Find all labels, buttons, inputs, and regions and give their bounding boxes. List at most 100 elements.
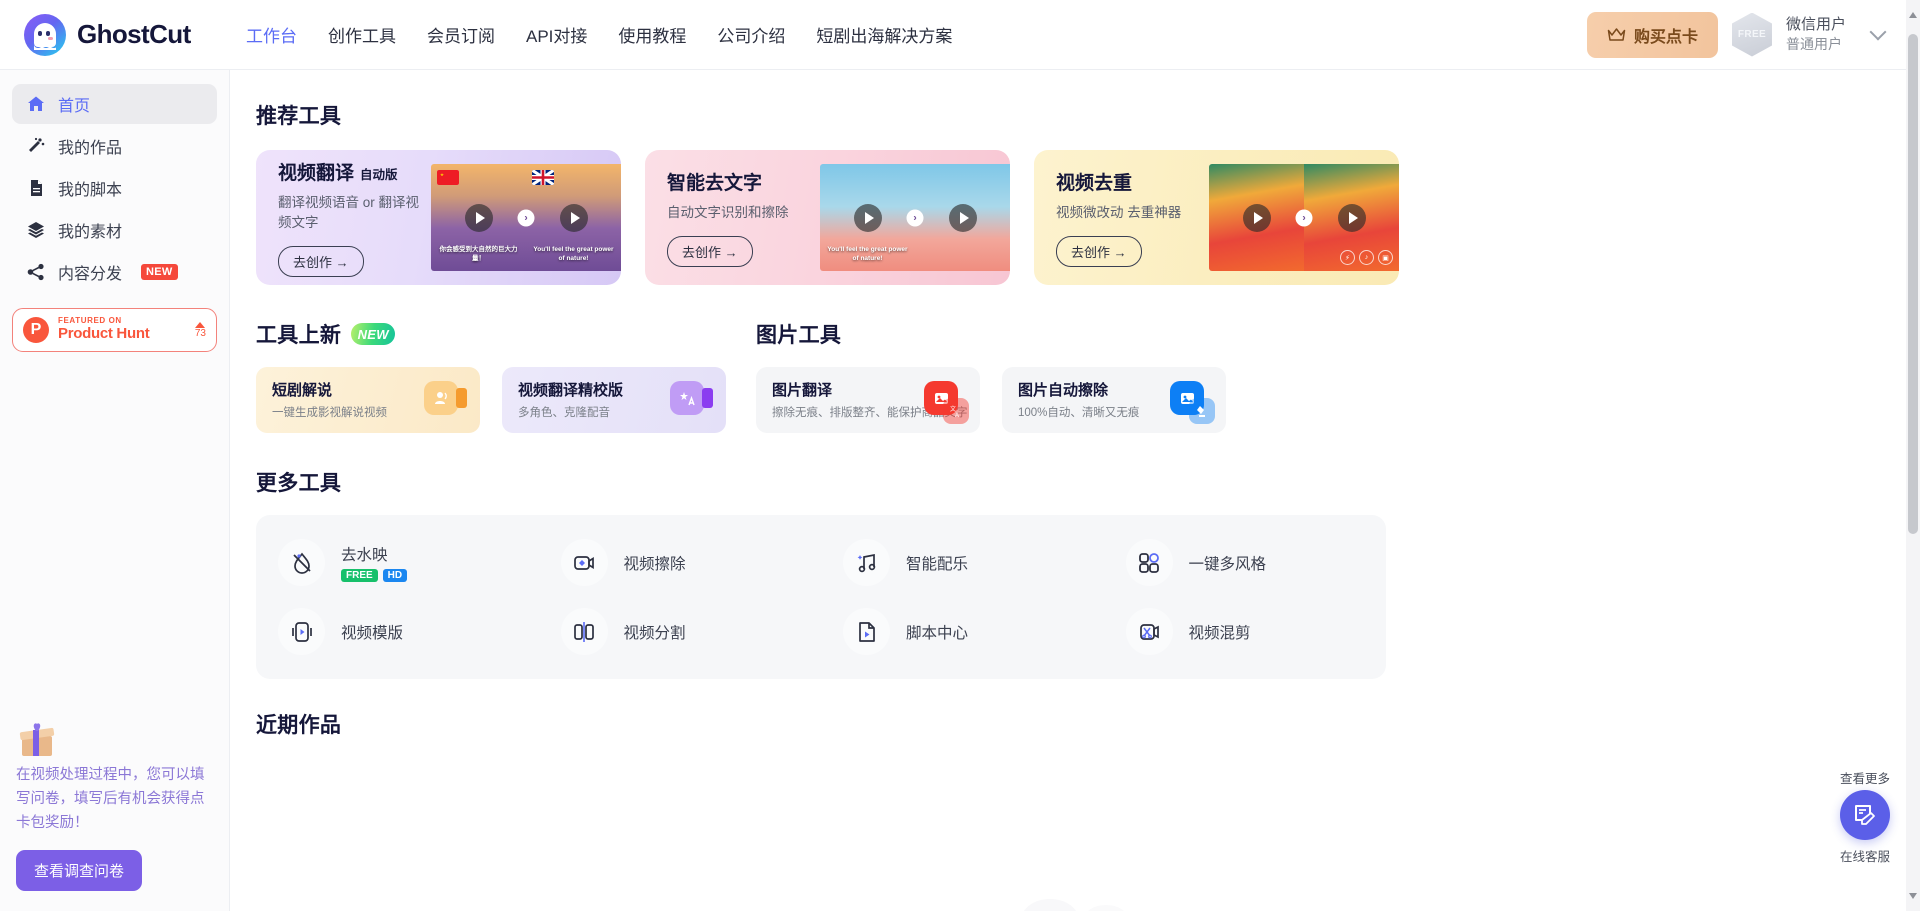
- scrollbar-thumb[interactable]: [1908, 34, 1918, 534]
- card-desc: 视频微改动 去重神器: [1056, 205, 1182, 221]
- scroll-up-icon[interactable]: [1909, 12, 1917, 18]
- create-button[interactable]: 去创作 →: [667, 235, 753, 267]
- tool-item-multi-style[interactable]: 一键多风格: [1104, 539, 1387, 586]
- user-role: 普通用户: [1785, 36, 1842, 53]
- play-icon: [853, 203, 882, 232]
- tool-item-video-template[interactable]: 视频模版: [256, 608, 539, 655]
- tool-card-drama-commentary[interactable]: 短剧解说 一键生成影视解说视频: [256, 367, 480, 433]
- nav-item-drama-solution[interactable]: 短剧出海解决方案: [816, 18, 952, 51]
- sidebar-item-my-assets[interactable]: 我的素材: [12, 210, 217, 250]
- card-thumbnail: ⚡ ♪ ▣ ›: [1209, 150, 1399, 285]
- card-desc: 自动文字识别和擦除: [667, 205, 789, 221]
- gift-icon: [16, 718, 60, 760]
- secondary-sections: 工具上新 NEW 短剧解说 一键生成影视解说视频 视频翻译精校版 多角色、克隆配…: [256, 319, 1920, 433]
- sidebar-item-label: 我的作品: [58, 140, 123, 157]
- main-nav: 工作台 创作工具 会员订阅 API对接 使用教程 公司介绍 短剧出海解决方案: [246, 18, 952, 51]
- tool-item-video-erase[interactable]: 视频擦除: [539, 539, 822, 586]
- sidebar-item-my-scripts[interactable]: 我的脚本: [12, 168, 217, 208]
- tool-item-smart-music[interactable]: 智能配乐: [821, 539, 1104, 586]
- nav-item-company[interactable]: 公司介绍: [717, 18, 785, 51]
- tool-card-image-auto-erase[interactable]: 图片自动擦除 100%自动、清晰又无痕: [1002, 367, 1226, 433]
- tool-label: 视频分割: [623, 624, 686, 642]
- status-badge: NEW: [141, 264, 178, 280]
- product-hunt-name: Product Hunt: [58, 325, 150, 343]
- sidebar: 首页 我的作品 我的脚本 我的素材 内容分发 NEW P FEATURED ON…: [0, 70, 230, 911]
- tag-hd: HD: [382, 569, 408, 582]
- tool-item-video-split[interactable]: 视频分割: [539, 608, 822, 655]
- buy-credits-label: 购买点卡: [1633, 28, 1698, 46]
- nav-item-workbench[interactable]: 工作台: [246, 18, 297, 51]
- tool-label: 视频模版: [341, 624, 404, 642]
- tool-item-video-remix[interactable]: 视频混剪: [1104, 608, 1387, 655]
- card-desc: 翻译视频语音 or 翻译视频文字: [278, 195, 420, 230]
- frame-icon: ▣: [1378, 250, 1393, 265]
- thumb-caption: You'll feel the great power of nature!: [827, 246, 908, 262]
- chevron-down-icon[interactable]: [1869, 23, 1887, 40]
- tool-label: 去水映: [341, 547, 388, 564]
- card-desc: 一键生成影视解说视频: [272, 406, 387, 419]
- buy-credits-button[interactable]: 购买点卡: [1586, 11, 1718, 58]
- tool-item-script-center[interactable]: 脚本中心: [821, 608, 1104, 655]
- create-button[interactable]: 去创作 →: [1056, 235, 1142, 267]
- sidebar-item-my-works[interactable]: 我的作品: [12, 126, 217, 166]
- image-translate-icon: 文A: [924, 381, 969, 424]
- new-tools-section: 工具上新 NEW 短剧解说 一键生成影视解说视频 视频翻译精校版 多角色、克隆配…: [256, 319, 726, 433]
- tool-label: 智能配乐: [906, 555, 969, 573]
- card-thumbnail: You'll feel the great power of nature! ›: [820, 150, 1010, 285]
- chevron-right-icon: ›: [517, 209, 535, 226]
- play-icon: [464, 203, 493, 232]
- tool-card-smart-text-removal[interactable]: 智能去文字 自动文字识别和擦除 去创作 → You'll feel the gr…: [645, 150, 1010, 285]
- tool-label: 视频混剪: [1188, 624, 1251, 642]
- nav-item-membership[interactable]: 会员订阅: [427, 18, 495, 51]
- mute-icon: ♪: [1359, 250, 1374, 265]
- camera-erase-icon: [560, 539, 608, 586]
- section-heading: 近期作品: [256, 714, 342, 737]
- tool-card-video-dedup[interactable]: 视频去重 视频微改动 去重神器 去创作 → ⚡ ♪ ▣ ›: [1034, 150, 1399, 285]
- nav-item-tutorial[interactable]: 使用教程: [618, 18, 686, 51]
- nav-item-api[interactable]: API对接: [526, 18, 587, 51]
- section-heading: 图片工具: [756, 324, 842, 347]
- section-heading: 工具上新: [256, 324, 342, 347]
- video-person-icon: [424, 381, 468, 419]
- flag-cn-icon: [437, 170, 459, 185]
- music-note-icon: [843, 539, 890, 586]
- tool-item-watermark-removal[interactable]: 去水映 FREE HD: [256, 539, 539, 586]
- image-tools-title: 图片工具: [756, 319, 1226, 349]
- thumb-caption: You'll feel the great power of nature!: [533, 246, 614, 262]
- product-hunt-vote-count: 73: [194, 327, 206, 339]
- grid-four-icon: [1125, 539, 1173, 586]
- card-title: 视频翻译精校版: [518, 381, 624, 399]
- view-survey-button[interactable]: 查看调查问卷: [16, 850, 143, 891]
- card-thumbnail: 你会感受到大自然的巨大力量！ You'll feel the great pow…: [431, 150, 621, 285]
- card-desc: 100%自动、清晰又无痕: [1018, 406, 1140, 419]
- flag-uk-icon: [532, 170, 554, 185]
- ghost-icon: [24, 13, 66, 56]
- scroll-down-icon[interactable]: [1909, 893, 1917, 899]
- sidebar-item-label: 内容分发: [58, 266, 123, 283]
- tool-card-video-translate[interactable]: 视频翻译 自动版 翻译视频语音 or 翻译视频文字 去创作 → 你会感受到大自然…: [256, 150, 621, 285]
- tool-card-image-translate[interactable]: 图片翻译 擦除无痕、排版整齐、能保护商品文字 文A: [756, 367, 980, 433]
- sidebar-item-label: 我的脚本: [58, 182, 123, 199]
- sidebar-item-home[interactable]: 首页: [12, 84, 217, 124]
- product-hunt-badge[interactable]: P FEATURED ON Product Hunt 73: [12, 308, 217, 352]
- sidebar-item-content-distribution[interactable]: 内容分发 NEW: [12, 252, 217, 292]
- online-service-label: 在线客服: [1839, 850, 1890, 864]
- recent-works-title: 近期作品: [256, 709, 1920, 739]
- new-tools-title: 工具上新 NEW: [256, 319, 726, 349]
- tool-card-video-translate-pro[interactable]: 视频翻译精校版 多角色、克隆配音: [502, 367, 726, 433]
- view-more-label: 查看更多: [1839, 772, 1890, 786]
- script-play-icon: [843, 608, 890, 655]
- online-service-widget[interactable]: 查看更多 在线客服: [1828, 772, 1902, 865]
- user-name: 微信用户: [1785, 15, 1846, 33]
- page-scrollbar[interactable]: [1906, 0, 1920, 911]
- bolt-icon: ⚡: [1340, 250, 1355, 265]
- user-info[interactable]: 微信用户 普通用户: [1786, 15, 1846, 54]
- main-content: 推荐工具 视频翻译 自动版 翻译视频语音 or 翻译视频文字 去创作 → 你会感…: [230, 70, 1920, 911]
- new-badge: NEW: [351, 323, 396, 345]
- create-button[interactable]: 去创作 →: [278, 245, 364, 277]
- card-desc: 多角色、克隆配音: [518, 406, 610, 419]
- translate-star-icon: [670, 381, 714, 419]
- nav-item-creation-tools[interactable]: 创作工具: [328, 18, 396, 51]
- brand-logo-area[interactable]: GhostCut: [24, 13, 224, 56]
- product-hunt-votes: 73: [194, 321, 206, 339]
